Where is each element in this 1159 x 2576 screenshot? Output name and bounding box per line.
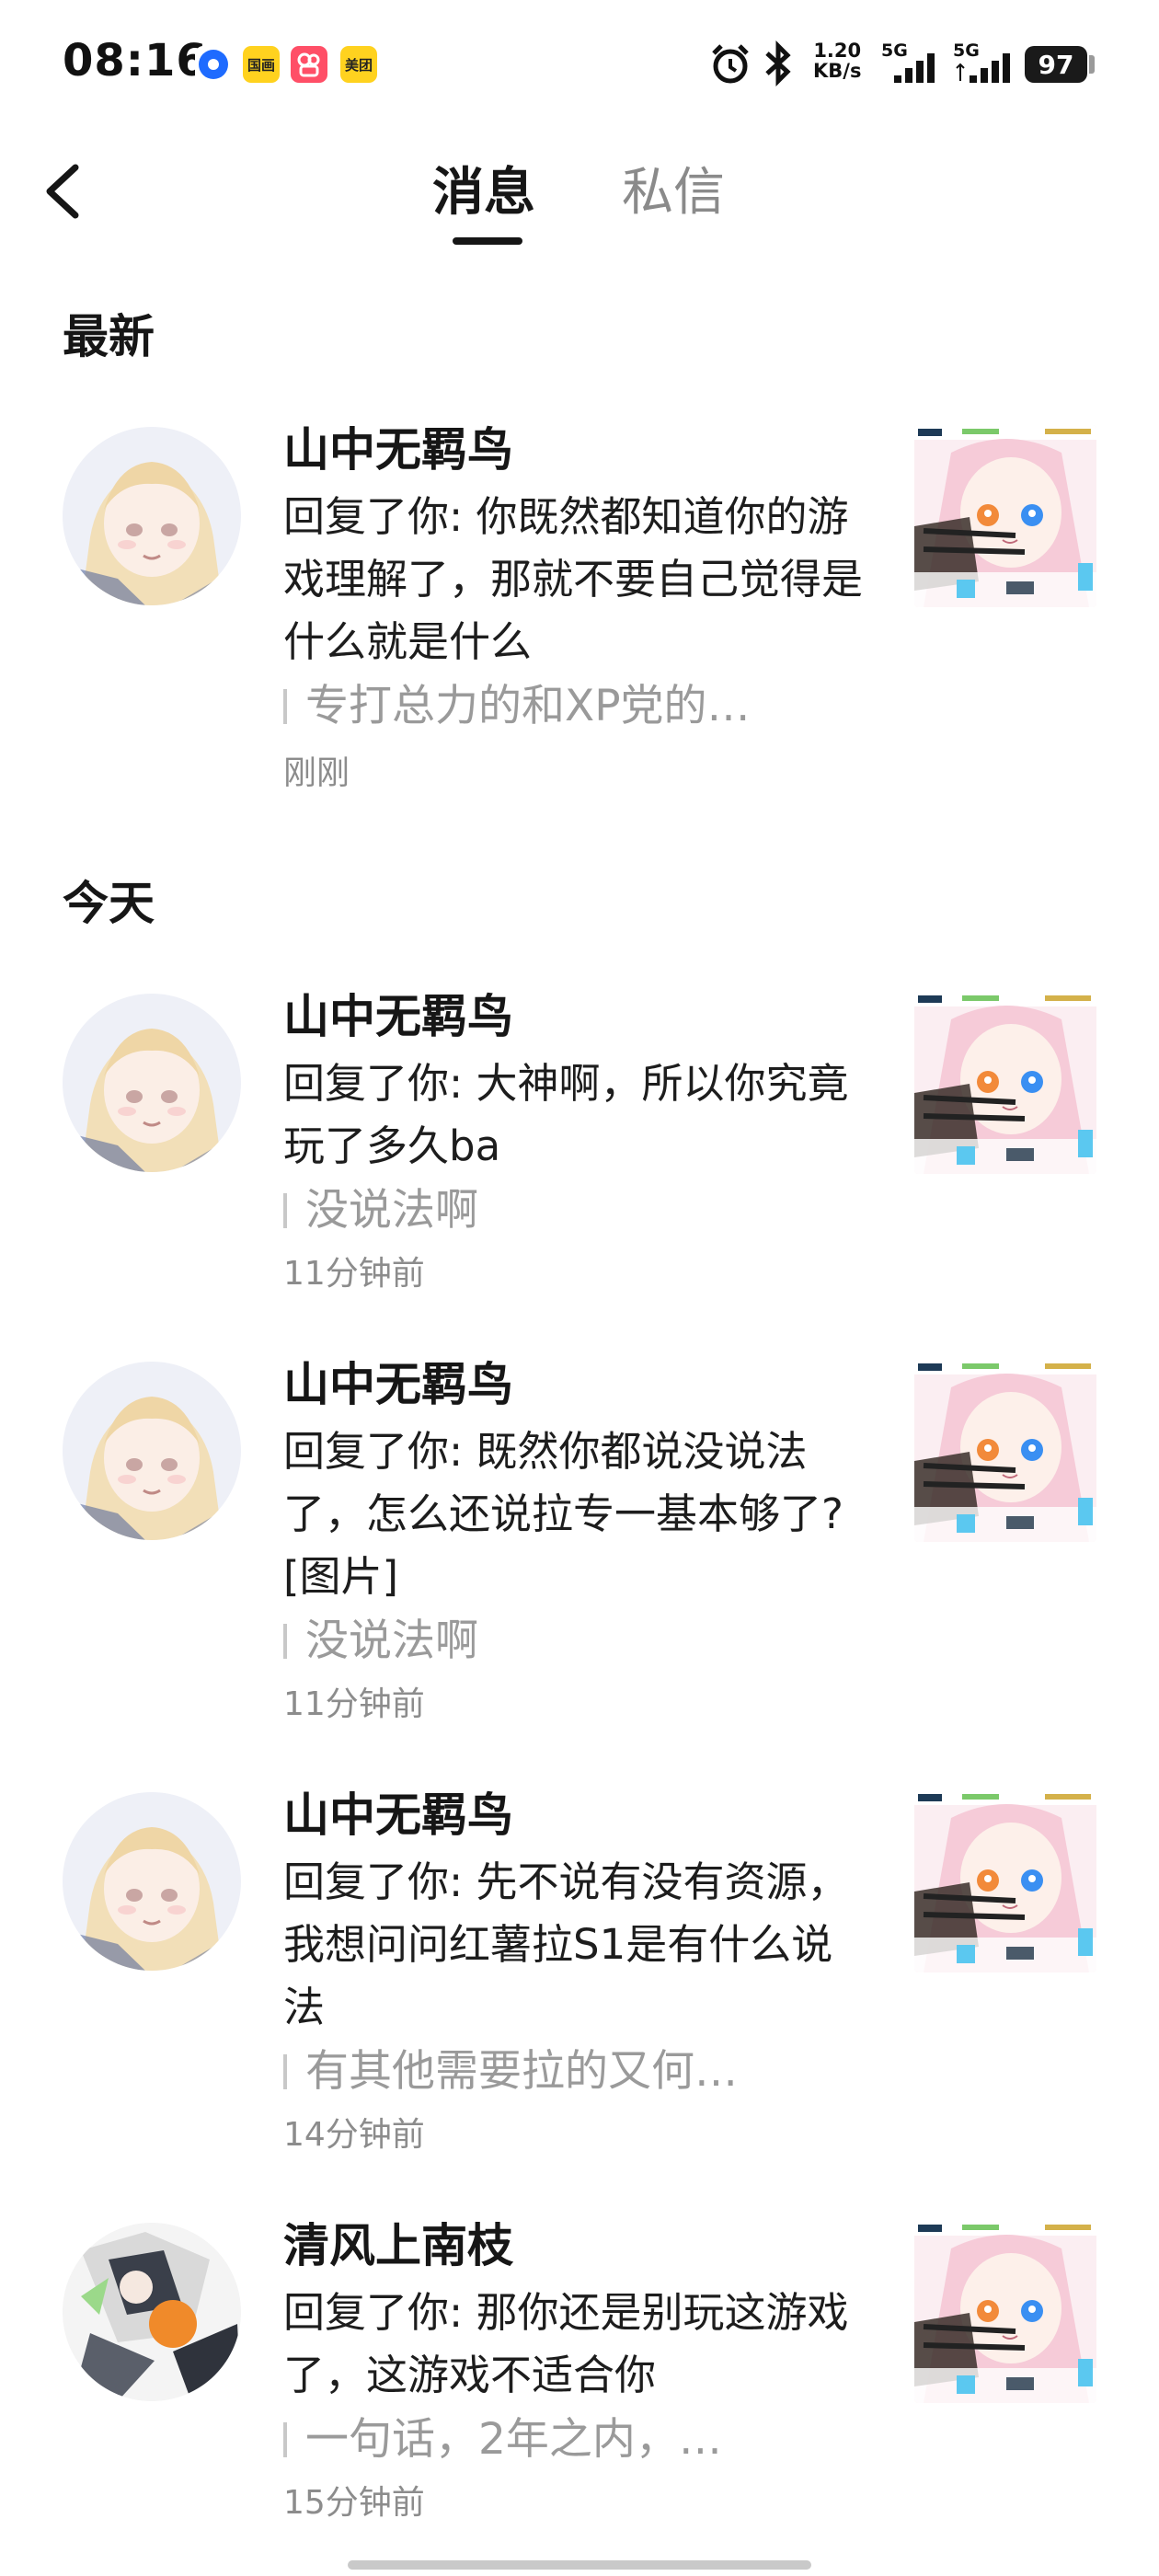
reply-text: 回复了你: 你既然都知道你的游戏理解了，那就不要自己觉得是什么就是什么 bbox=[283, 492, 864, 666]
active-tab-indicator bbox=[453, 237, 522, 245]
user-name[interactable]: 山中无羁鸟 bbox=[283, 984, 513, 1049]
tab-messages[interactable]: 消息 bbox=[432, 156, 535, 230]
post-thumbnail[interactable] bbox=[914, 2221, 1096, 2403]
timestamp: 11分钟前 bbox=[283, 1255, 425, 1293]
post-thumbnail[interactable] bbox=[914, 425, 1096, 607]
quoted-comment: 有其他需要拉的又何… bbox=[283, 2041, 872, 2103]
post-thumbnail[interactable] bbox=[914, 1360, 1096, 1542]
quoted-comment: 专打总力的和XP党的… bbox=[283, 675, 872, 738]
avatar[interactable] bbox=[63, 427, 241, 605]
user-name[interactable]: 山中无羁鸟 bbox=[283, 1783, 513, 1847]
tab-private-messages[interactable]: 私信 bbox=[622, 156, 725, 230]
avatar[interactable] bbox=[63, 1362, 241, 1540]
reply-text: 回复了你: 大神啊，所以你究竟玩了多久ba bbox=[283, 1059, 849, 1170]
kuaishou-icon bbox=[291, 46, 327, 83]
battery-indicator: 97 bbox=[1025, 46, 1087, 83]
timestamp: 14分钟前 bbox=[283, 2116, 425, 2154]
timestamp: 15分钟前 bbox=[283, 2484, 425, 2522]
chevron-left-icon bbox=[46, 164, 79, 219]
reply-text: 回复了你: 先不说有没有资源，我想问问红薯拉S1是有什么说法 bbox=[283, 1857, 849, 2031]
user-name[interactable]: 清风上南枝 bbox=[283, 2214, 513, 2278]
meituan-icon: 美团 bbox=[340, 46, 377, 83]
signal-sim2-icon: 5G bbox=[953, 40, 1019, 86]
quoted-comment: 一句话，2年之内，… bbox=[283, 2409, 872, 2471]
avatar[interactable] bbox=[63, 1792, 241, 1971]
post-thumbnail[interactable] bbox=[914, 1790, 1096, 1972]
avatar[interactable] bbox=[63, 2223, 241, 2401]
status-time: 08:16 bbox=[63, 35, 208, 86]
home-indicator[interactable] bbox=[348, 2560, 811, 2570]
reply-text: 回复了你: 那你还是别玩这游戏了，这游戏不适合你 bbox=[283, 2288, 849, 2399]
quoted-comment: 没说法啊 bbox=[283, 1179, 872, 1242]
battery-tip bbox=[1089, 55, 1095, 74]
section-title-today: 今天 bbox=[63, 877, 155, 930]
user-name[interactable]: 山中无羁鸟 bbox=[283, 418, 513, 482]
status-bar: 08:16 国画 美团 1.20 KB/s 5G 5G 97 bbox=[0, 0, 1159, 129]
net-speed: 1.20 KB/s bbox=[813, 40, 862, 82]
user-name[interactable]: 山中无羁鸟 bbox=[283, 1352, 513, 1417]
alarm-icon bbox=[712, 44, 749, 84]
signal-sim1-icon: 5G bbox=[881, 40, 946, 86]
section-title-latest: 最新 bbox=[63, 310, 155, 363]
reply-text: 回复了你: 既然你都说没说法了，怎么还说拉专一基本够了?[图片] bbox=[283, 1427, 843, 1601]
post-thumbnail[interactable] bbox=[914, 992, 1096, 1174]
bluetooth-icon bbox=[765, 40, 791, 87]
back-button[interactable] bbox=[37, 155, 92, 228]
timestamp: 刚刚 bbox=[283, 754, 350, 792]
dot-app-icon bbox=[195, 46, 232, 83]
timestamp: 11分钟前 bbox=[283, 1685, 425, 1723]
guomei-icon: 国画 bbox=[243, 46, 280, 83]
quoted-comment: 没说法啊 bbox=[283, 1610, 872, 1673]
avatar[interactable] bbox=[63, 994, 241, 1172]
